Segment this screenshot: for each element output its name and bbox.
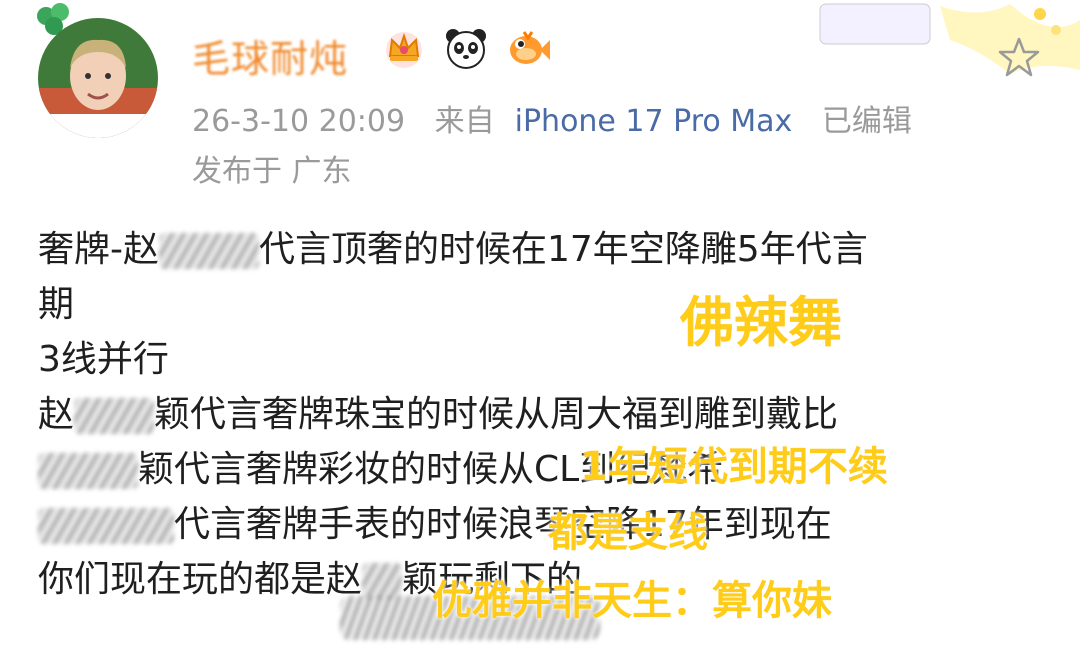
source-prefix: 来自 bbox=[434, 104, 495, 139]
username[interactable]: 毛球耐炖 bbox=[192, 28, 348, 83]
edited-label[interactable]: 已编辑 bbox=[822, 104, 912, 139]
overlay-annotation: 佛辣舞 bbox=[680, 291, 842, 354]
content-line: 赵颖代言奢牌珠宝的时候从周大福到雕到戴比 bbox=[38, 394, 839, 435]
content-line: 颖代言奢牌彩妆的时候从CL到纪梵希 bbox=[38, 442, 1048, 497]
post-meta: 26-3-10 20:09 来自 iPhone 17 Pro Max 已编辑 bbox=[192, 96, 932, 140]
favorite-star-icon[interactable] bbox=[998, 36, 1040, 78]
redacted-name bbox=[362, 563, 403, 599]
redacted-name bbox=[38, 453, 138, 489]
post-date: 26-3-10 20:09 bbox=[192, 104, 406, 139]
redacted-name bbox=[74, 398, 155, 434]
avatar-image bbox=[38, 18, 158, 138]
avatar[interactable] bbox=[38, 18, 158, 138]
redacted-name bbox=[159, 233, 259, 269]
content-line: 奢牌-赵 代言顶奢的时候在17年空降雕5年代言 bbox=[38, 229, 868, 270]
panda-badge-icon[interactable] bbox=[442, 24, 490, 72]
fish-badge-icon[interactable] bbox=[504, 24, 552, 72]
content-line: 代言奢牌手表的时候浪琴空降17年到现在 bbox=[38, 497, 1048, 552]
user-badges bbox=[380, 24, 552, 72]
overlay-annotation: 1年短代到期不续 bbox=[580, 444, 888, 490]
post-location: 发布于 广东 bbox=[192, 154, 352, 189]
device-link[interactable]: iPhone 17 Pro Max bbox=[515, 104, 793, 139]
content-line: 期 bbox=[38, 284, 75, 325]
crown-badge-icon[interactable] bbox=[380, 24, 428, 72]
redacted-name bbox=[38, 508, 174, 544]
content-line: 3线并行 bbox=[38, 339, 169, 380]
post-content: 奢牌-赵 代言顶奢的时候在17年空降雕5年代言 期 3线并行 赵颖代言奢牌珠宝的时… bbox=[38, 222, 1048, 607]
overlay-annotation: 都是支线 bbox=[548, 510, 708, 556]
overlay-annotation: 优雅并非天生：算你妹 bbox=[432, 578, 832, 624]
